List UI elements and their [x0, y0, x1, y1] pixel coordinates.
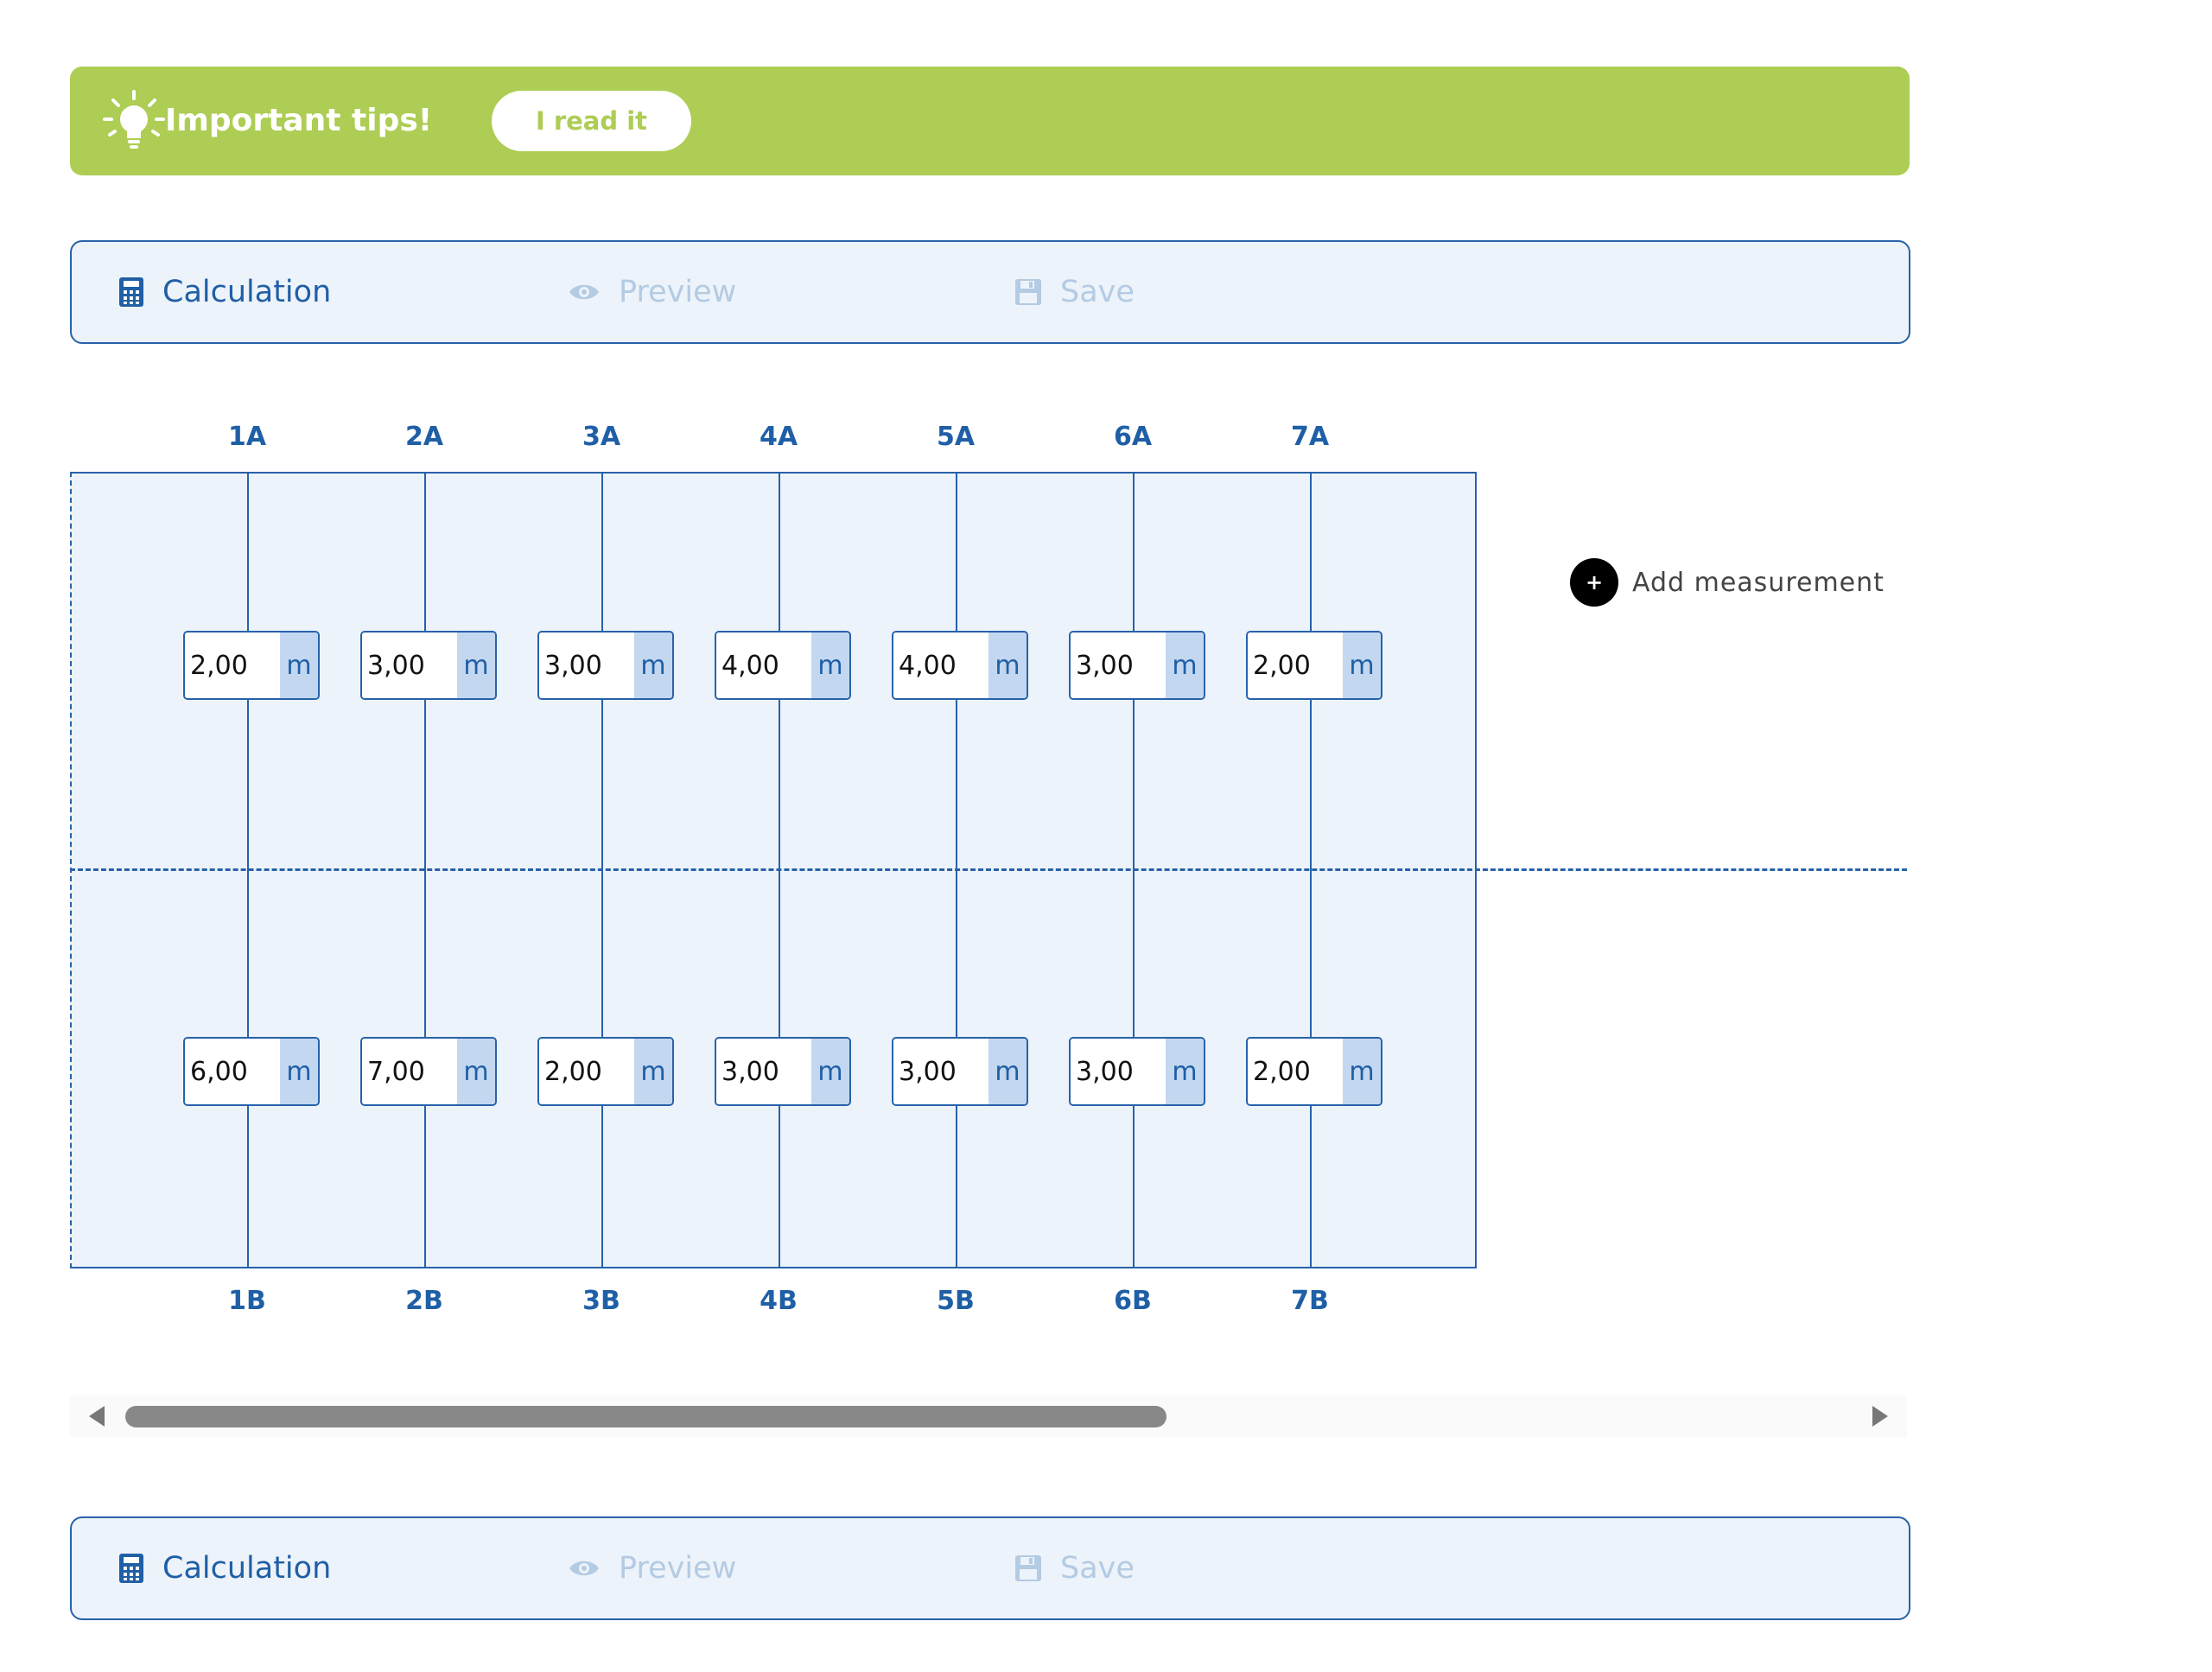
- scrollbar-thumb[interactable]: [125, 1406, 1166, 1427]
- unit-label: m: [634, 633, 672, 698]
- column-label-1a: 1A: [227, 422, 267, 452]
- column-label-3b: 3B: [582, 1286, 620, 1316]
- measurement-7b: m: [1246, 1037, 1382, 1106]
- unit-label: m: [988, 633, 1027, 698]
- column-label-7a: 7A: [1290, 422, 1330, 452]
- column-label-2a: 2A: [404, 422, 444, 452]
- read-it-button[interactable]: I read it: [492, 91, 691, 151]
- floppy-disk-icon: [1015, 1555, 1041, 1581]
- measurement-input-4b[interactable]: [716, 1039, 811, 1104]
- column-label-4b: 4B: [760, 1286, 798, 1316]
- tab-calculation-label: Calculation: [162, 275, 332, 309]
- measurement-1b: m: [183, 1037, 320, 1106]
- unit-label: m: [811, 633, 849, 698]
- unit-label: m: [457, 633, 495, 698]
- measurement-1a: m: [183, 631, 320, 700]
- unit-label: m: [1166, 1039, 1204, 1104]
- horizontal-scrollbar[interactable]: [70, 1395, 1907, 1437]
- tab-calculation[interactable]: Calculation: [119, 1518, 331, 1618]
- tips-title: Important tips!: [165, 103, 433, 138]
- unit-label: m: [634, 1039, 672, 1104]
- measurement-3a: m: [537, 631, 674, 700]
- column-label-4a: 4A: [759, 422, 798, 452]
- measurement-input-2a[interactable]: [362, 633, 457, 698]
- measurement-input-7a[interactable]: [1248, 633, 1343, 698]
- eye-icon: [569, 1561, 599, 1576]
- unit-label: m: [280, 1039, 318, 1104]
- measurement-input-2b[interactable]: [362, 1039, 457, 1104]
- unit-label: m: [1166, 633, 1204, 698]
- measurement-input-6b[interactable]: [1071, 1039, 1166, 1104]
- column-label-5a: 5A: [936, 422, 976, 452]
- tab-calculation-label: Calculation: [162, 1551, 332, 1586]
- unit-label: m: [988, 1039, 1027, 1104]
- calculator-icon: [119, 277, 143, 307]
- measurement-3b: m: [537, 1037, 674, 1106]
- column-label-3a: 3A: [582, 422, 621, 452]
- measurement-input-3b[interactable]: [539, 1039, 634, 1104]
- plus-circle-icon: +: [1570, 558, 1618, 607]
- add-measurement-button[interactable]: + Add measurement: [1570, 558, 1885, 607]
- measurement-6b: m: [1069, 1037, 1205, 1106]
- measurement-5b: m: [892, 1037, 1028, 1106]
- tab-preview[interactable]: Preview: [569, 242, 736, 342]
- measurement-input-4a[interactable]: [716, 633, 811, 698]
- measurement-4b: m: [715, 1037, 851, 1106]
- measurement-6a: m: [1069, 631, 1205, 700]
- measurement-2a: m: [360, 631, 497, 700]
- tab-save-label: Save: [1060, 1551, 1135, 1586]
- column-label-7b: 7B: [1291, 1286, 1329, 1316]
- scroll-right-icon[interactable]: [1872, 1406, 1888, 1427]
- column-label-5b: 5B: [937, 1286, 975, 1316]
- unit-label: m: [1343, 633, 1381, 698]
- toolbar-top: Calculation Preview Save: [70, 240, 1910, 344]
- unit-label: m: [280, 633, 318, 698]
- column-label-2b: 2B: [405, 1286, 443, 1316]
- column-label-1b: 1B: [228, 1286, 266, 1316]
- center-dashed-line: [70, 868, 1907, 871]
- toolbar-bottom: Calculation Preview Save: [70, 1516, 1910, 1620]
- tab-save-label: Save: [1060, 275, 1135, 309]
- calculator-icon: [119, 1554, 143, 1583]
- tab-save[interactable]: Save: [1015, 1518, 1135, 1618]
- tab-calculation[interactable]: Calculation: [119, 242, 331, 342]
- tips-banner: Important tips! I read it: [70, 67, 1910, 175]
- measurement-7a: m: [1246, 631, 1382, 700]
- tab-save[interactable]: Save: [1015, 242, 1135, 342]
- unit-label: m: [457, 1039, 495, 1104]
- measurement-2b: m: [360, 1037, 497, 1106]
- add-measurement-label: Add measurement: [1632, 567, 1885, 598]
- floppy-disk-icon: [1015, 279, 1041, 305]
- measurement-5a: m: [892, 631, 1028, 700]
- scroll-left-icon[interactable]: [89, 1406, 105, 1427]
- measurement-4a: m: [715, 631, 851, 700]
- unit-label: m: [1343, 1039, 1381, 1104]
- eye-icon: [569, 284, 599, 300]
- measurement-input-5a[interactable]: [893, 633, 988, 698]
- measurement-input-5b[interactable]: [893, 1039, 988, 1104]
- measurement-input-6a[interactable]: [1071, 633, 1166, 698]
- measurement-input-1a[interactable]: [185, 633, 280, 698]
- measurement-input-1b[interactable]: [185, 1039, 280, 1104]
- column-label-6b: 6B: [1114, 1286, 1152, 1316]
- lightbulb-icon: [103, 90, 165, 149]
- measurement-input-3a[interactable]: [539, 633, 634, 698]
- measurement-input-7b[interactable]: [1248, 1039, 1343, 1104]
- tab-preview[interactable]: Preview: [569, 1518, 736, 1618]
- unit-label: m: [811, 1039, 849, 1104]
- column-label-6a: 6A: [1113, 422, 1153, 452]
- tab-preview-label: Preview: [619, 1551, 737, 1586]
- tab-preview-label: Preview: [619, 275, 737, 309]
